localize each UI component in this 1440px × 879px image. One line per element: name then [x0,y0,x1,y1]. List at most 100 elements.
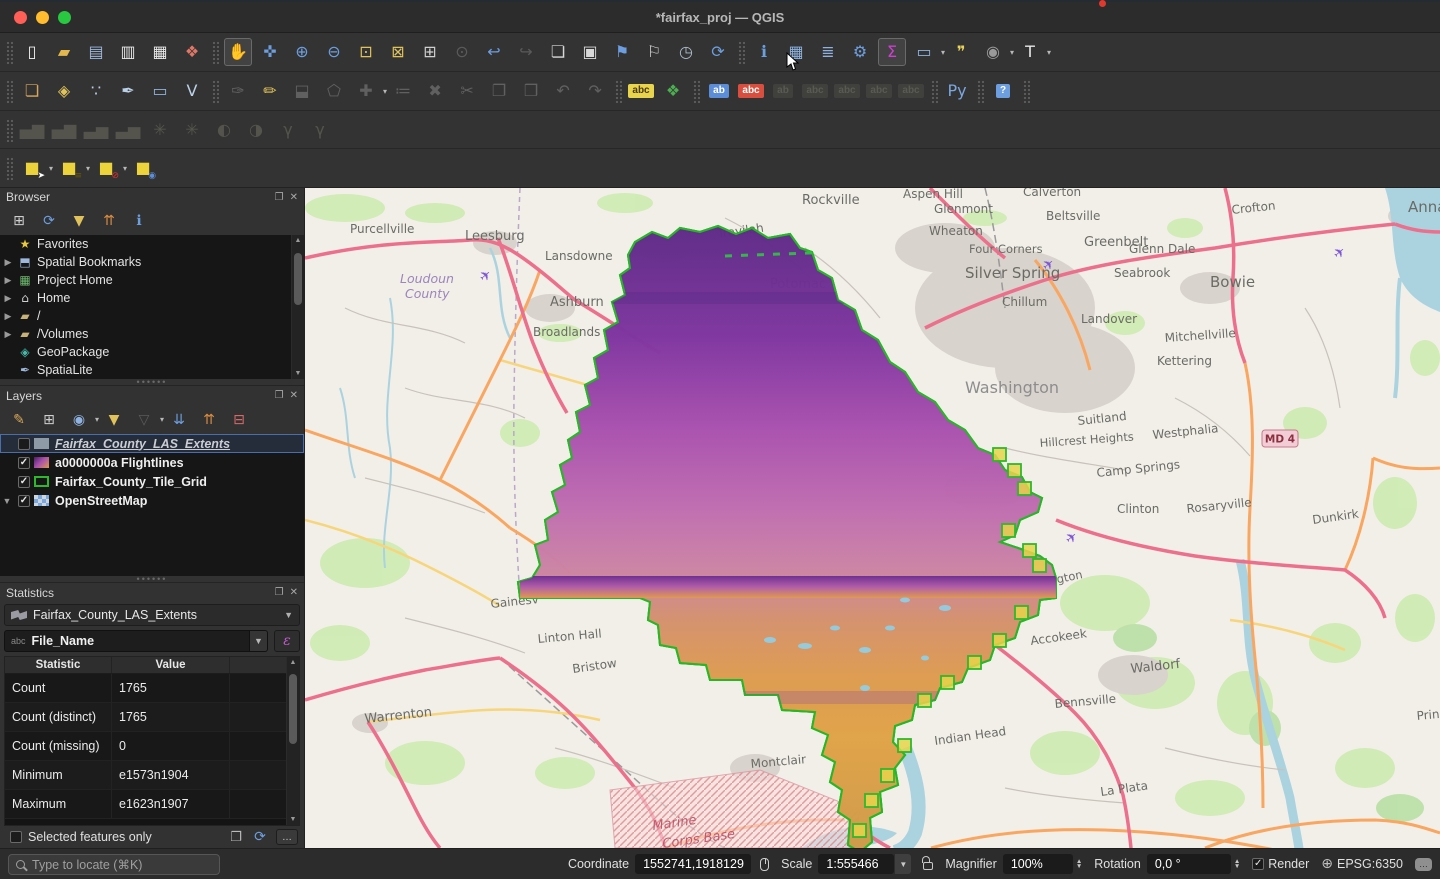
identify-features-button[interactable]: ℹ [750,38,778,66]
select-features-dropdown-icon[interactable]: ▾ [49,164,53,173]
statistics-field-select[interactable]: abc File_Name [4,630,250,652]
zoom-last-button[interactable]: ↩ [480,38,508,66]
vertex-tool-dropdown-icon[interactable]: ▾ [383,87,387,96]
expand-arrow-icon[interactable]: ▶ [0,311,16,322]
remove-layer-button[interactable]: ⊟ [227,408,251,432]
filter-by-expression-dropdown-icon[interactable]: ▾ [160,415,164,424]
zoom-to-selection-button[interactable]: ⊠ [384,38,412,66]
statistics-options-button[interactable]: … [276,829,298,845]
expand-arrow-icon[interactable]: ▶ [0,329,16,340]
zoom-full-button[interactable]: ⊡ [352,38,380,66]
browser-item-home[interactable]: ▶⌂Home [0,289,291,307]
browser-scrollbar[interactable]: ▲ ▼ [291,235,304,379]
map-tips-button[interactable]: ❞ [947,38,975,66]
collapse-all-layers-button[interactable]: ⇈ [197,408,221,432]
toolbar-drag-handle[interactable] [737,40,745,64]
show-statistics-panel-button[interactable]: Σ [878,38,906,66]
expand-arrow-icon[interactable]: ▶ [0,257,16,268]
expand-arrow-icon[interactable]: ▼ [0,496,14,506]
layer-visibility-checkbox[interactable]: ✓ [18,476,30,488]
magnifier-input[interactable]: 100% [1003,854,1073,874]
toolbar-drag-handle[interactable] [930,79,938,103]
style-manager-button[interactable]: ❖ [178,38,206,66]
toggle-extents-icon[interactable] [760,858,769,871]
processing-toolbox-button[interactable]: ⚙ [846,38,874,66]
manage-map-themes-button[interactable]: ◉ [67,408,91,432]
close-panel-icon[interactable]: ✕ [290,192,298,203]
browser-item-geopackage[interactable]: ◈GeoPackage [0,343,291,361]
layer-item-fairfax-county-tile-grid[interactable]: ✓Fairfax_County_Tile_Grid [0,472,304,491]
new-virtual-layer-button[interactable]: Ⅴ [178,77,206,105]
expression-builder-button[interactable]: ε [274,630,300,652]
layer-item-openstreetmap[interactable]: ▼✓OpenStreetMap [0,491,304,510]
refresh-browser-button[interactable]: ⟳ [37,209,61,233]
float-panel-icon[interactable]: ❐ [275,192,284,203]
stat-row[interactable]: Maximume1623n1907 [5,790,286,819]
add-selected-layers-button[interactable]: ⊞ [7,209,31,233]
zoom-in-button[interactable]: ⊕ [288,38,316,66]
toolbar-drag-handle[interactable] [5,79,13,103]
expand-all-layers-button[interactable]: ⇊ [167,408,191,432]
messages-icon[interactable]: … [1415,858,1432,871]
layer-visibility-checkbox[interactable] [18,438,30,450]
toolbar-drag-handle[interactable] [1022,79,1030,103]
python-console-button[interactable]: Py [943,77,971,105]
text-annotation-button[interactable]: T [1016,38,1044,66]
filter-browser-button[interactable]: ▼ [67,209,91,233]
toolbar-drag-handle[interactable] [5,40,13,64]
close-panel-icon[interactable]: ✕ [290,587,298,598]
zoom-to-layer-button[interactable]: ⊞ [416,38,444,66]
open-data-source-manager-button[interactable]: ❏ [18,77,46,105]
new-spatialite-layer-button[interactable]: ✒ [114,77,142,105]
deselect-features-all-layers-button[interactable]: ■⊘ [92,154,120,182]
stat-row[interactable]: Count (distinct)1765 [5,703,286,732]
annotations-button[interactable]: ◉ [979,38,1007,66]
zoom-out-button[interactable]: ⊖ [320,38,348,66]
statistical-summary-button[interactable]: ≣ [814,38,842,66]
new-print-layout-button[interactable]: ▥ [114,38,142,66]
pin-labels-button[interactable]: ab [705,77,733,105]
new-shapefile-layer-button[interactable]: ∵ [82,77,110,105]
layer-diagram-options-button[interactable]: ❖ [659,77,687,105]
toolbar-drag-handle[interactable] [5,156,13,180]
field-dropdown-button[interactable]: ▼ [250,630,268,652]
highlight-pinned-labels-button[interactable]: abc [737,77,765,105]
pan-map-button[interactable]: ✋ [224,38,252,66]
measure-line-dropdown-icon[interactable]: ▾ [941,48,945,57]
deselect-features-all-layers-dropdown-icon[interactable]: ▾ [123,164,127,173]
browser-item-project-home[interactable]: ▶▦Project Home [0,271,291,289]
new-project-button[interactable]: ▯ [18,38,46,66]
new-3d-map-view-button[interactable]: ▣ [576,38,604,66]
float-panel-icon[interactable]: ❐ [275,390,284,401]
lock-scale-icon[interactable] [923,862,933,870]
stat-row[interactable]: Count1765 [5,674,286,703]
magnifier-stepper[interactable]: ▲▼ [1076,859,1082,869]
copy-statistics-button[interactable]: ❐ [226,827,246,847]
save-project-button[interactable]: ▤ [82,38,110,66]
stat-row[interactable]: Count (missing)0 [5,732,286,761]
annotations-dropdown-icon[interactable]: ▾ [1010,48,1014,57]
toolbar-drag-handle[interactable] [976,79,984,103]
scale-input[interactable]: 1:555466 [818,854,894,874]
locator-search-input[interactable]: Type to locate (⌘K) [8,854,220,875]
statistics-layer-select[interactable]: Fairfax_County_LAS_Extents ▼ [4,604,300,626]
layer-visibility-checkbox[interactable]: ✓ [18,495,30,507]
new-geopackage-layer-button[interactable]: ◈ [50,77,78,105]
select-by-location-button[interactable]: ■◉ [129,154,157,182]
temporal-controller-button[interactable]: ◷ [672,38,700,66]
toolbar-drag-handle[interactable] [211,79,219,103]
add-group-button[interactable]: ⊞ [37,408,61,432]
expand-arrow-icon[interactable]: ▶ [0,293,16,304]
toggle-editing-button[interactable]: ✏ [256,77,284,105]
select-features-by-value-button[interactable]: ■≡ [55,154,83,182]
new-spatial-bookmark-button[interactable]: ⚑ [608,38,636,66]
text-annotation-dropdown-icon[interactable]: ▾ [1047,48,1051,57]
statistics-scrollbar[interactable]: ▲ ▼ [286,657,299,825]
open-project-button[interactable]: ▰ [50,38,78,66]
map-canvas[interactable]: PurcellvilleLoudounCountyLeesburgLansdow… [305,188,1440,848]
toolbar-drag-handle[interactable] [614,79,622,103]
new-map-view-button[interactable]: ❏ [544,38,572,66]
manage-map-themes-dropdown-icon[interactable]: ▾ [95,415,99,424]
scale-dropdown-button[interactable]: ▼ [895,854,911,874]
browser-item-spatialite[interactable]: ✒SpatiaLite [0,361,291,379]
